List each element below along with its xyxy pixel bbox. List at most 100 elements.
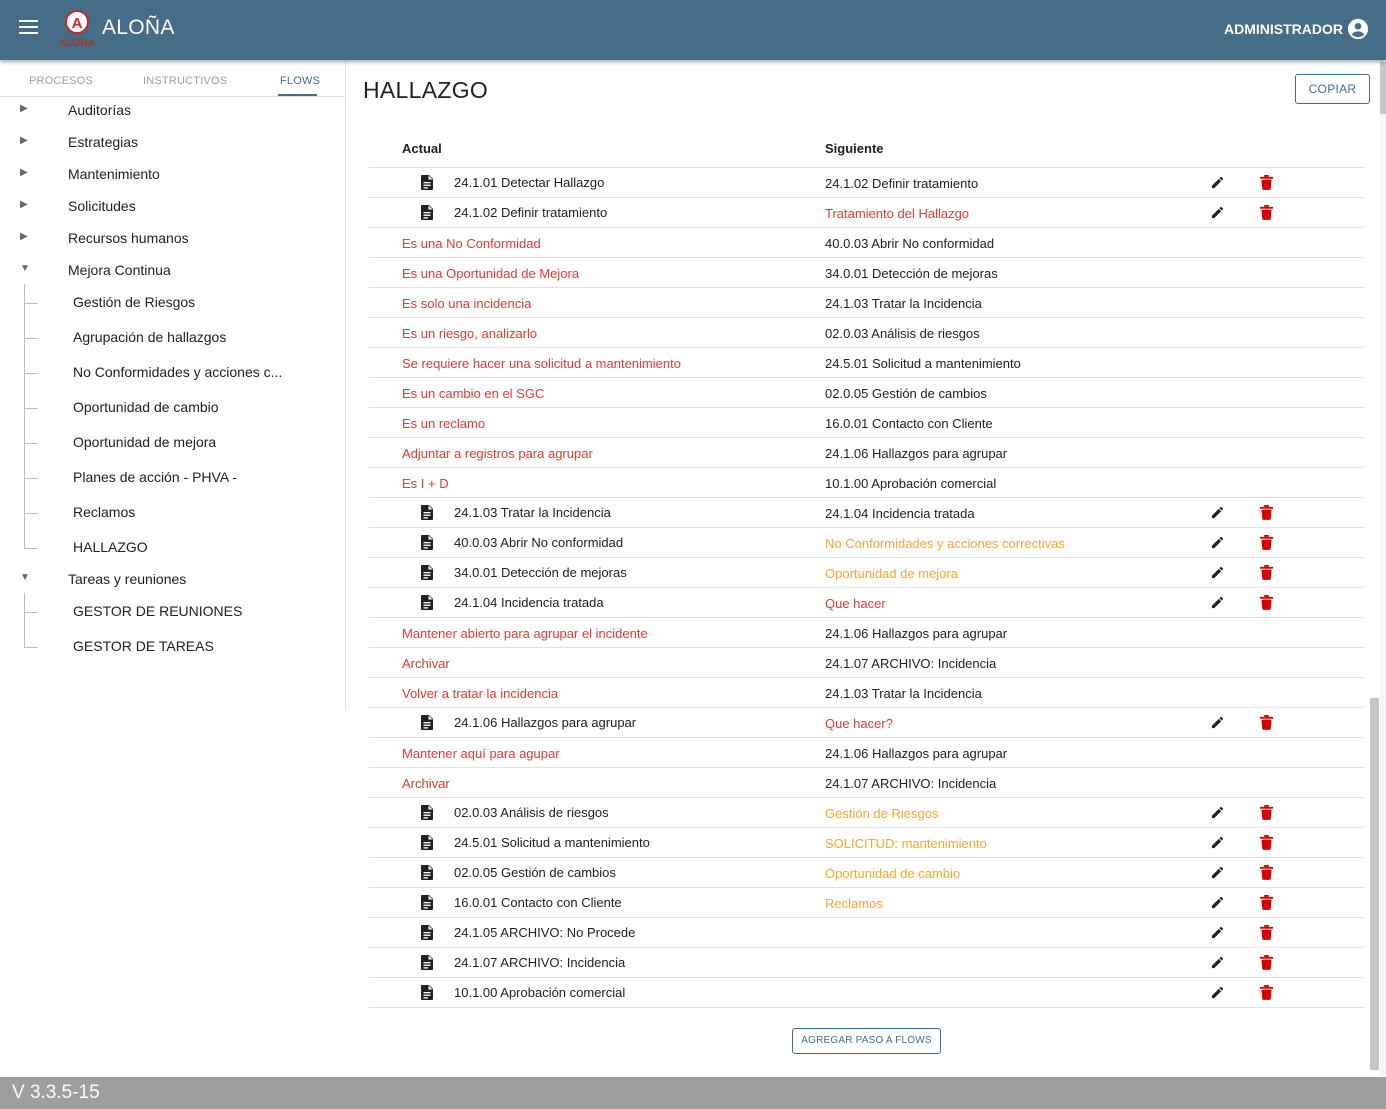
next-step[interactable]: 40.0.03 Abrir No conformidad <box>825 236 994 251</box>
tab-instructivos[interactable]: INSTRUCTIVOS <box>143 75 227 87</box>
tree-item[interactable]: ▶ Solicitudes <box>0 194 340 220</box>
edit-icon[interactable] <box>1210 595 1225 610</box>
tree-item[interactable]: ▼ Tareas y reuniones <box>0 567 340 593</box>
next-step[interactable]: Que hacer? <box>825 716 893 731</box>
tree-child-item[interactable]: GESTOR DE REUNIONES <box>0 599 340 625</box>
tree-item[interactable]: ▶ Recursos humanos <box>0 226 340 252</box>
delete-icon[interactable] <box>1260 895 1273 910</box>
option-label[interactable]: Mantener abierto para agrupar el inciden… <box>402 626 648 641</box>
tab-flows[interactable]: FLOWS <box>280 75 320 87</box>
table-scrollbar-thumb[interactable] <box>1370 698 1379 1070</box>
tab-procesos[interactable]: PROCESOS <box>29 75 93 87</box>
next-step[interactable]: 24.1.06 Hallazgos para agrupar <box>825 746 1007 761</box>
edit-icon[interactable] <box>1210 535 1225 550</box>
next-step[interactable]: 34.0.01 Detección de mejoras <box>825 266 998 281</box>
current-step[interactable]: 24.1.03 Tratar la Incidencia <box>454 505 611 520</box>
next-step[interactable]: 16.0.01 Contacto con Cliente <box>825 416 993 431</box>
delete-icon[interactable] <box>1260 595 1273 610</box>
option-label[interactable]: Adjuntar a registros para agrupar <box>402 446 593 461</box>
option-label[interactable]: Es una No Conformidad <box>402 236 541 251</box>
menu-icon[interactable] <box>14 16 44 44</box>
next-step[interactable]: 24.1.07 ARCHIVO: Incidencia <box>825 656 996 671</box>
tree-child-item[interactable]: Agrupación de hallazgos <box>0 325 340 351</box>
current-step[interactable]: 24.1.05 ARCHIVO: No Procede <box>454 925 635 940</box>
next-step[interactable]: Gestión de Riesgos <box>825 806 938 821</box>
edit-icon[interactable] <box>1210 805 1225 820</box>
next-step[interactable]: SOLICITUD: mantenimiento <box>825 836 987 851</box>
option-label[interactable]: Es I + D <box>402 476 449 491</box>
option-label[interactable]: Mantener aquí para agupar <box>402 746 560 761</box>
delete-icon[interactable] <box>1260 205 1273 220</box>
next-step[interactable]: 24.1.03 Tratar la Incidencia <box>825 296 982 311</box>
caret-down-icon[interactable]: ▼ <box>20 572 30 583</box>
option-label[interactable]: Es una Oportunidad de Mejora <box>402 266 579 281</box>
option-label[interactable]: Volver a tratar la incidencia <box>402 686 558 701</box>
edit-icon[interactable] <box>1210 835 1225 850</box>
current-step[interactable]: 02.0.03 Análisis de riesgos <box>454 805 609 820</box>
next-step[interactable]: Oportunidad de cambio <box>825 866 960 881</box>
option-label[interactable]: Archivar <box>402 656 450 671</box>
option-label[interactable]: Es un reclamo <box>402 416 485 431</box>
caret-right-icon[interactable]: ▶ <box>20 135 28 146</box>
option-label[interactable]: Es solo una incidencia <box>402 296 531 311</box>
option-label[interactable]: Se requiere hacer una solicitud a manten… <box>402 356 681 371</box>
delete-icon[interactable] <box>1260 865 1273 880</box>
delete-icon[interactable] <box>1260 835 1273 850</box>
next-step[interactable]: Oportunidad de mejora <box>825 566 958 581</box>
tree-item[interactable]: ▼ Mejora Continua <box>0 258 340 284</box>
caret-right-icon[interactable]: ▶ <box>20 103 28 114</box>
tree-item[interactable]: ▶ Mantenimiento <box>0 162 340 188</box>
current-step[interactable]: 24.5.01 Solicitud a mantenimiento <box>454 835 650 850</box>
next-step[interactable]: 02.0.05 Gestión de cambios <box>825 386 987 401</box>
current-step[interactable]: 34.0.01 Detección de mejoras <box>454 565 627 580</box>
caret-right-icon[interactable]: ▶ <box>20 199 28 210</box>
next-step[interactable]: 10.1.00 Aprobación comercial <box>825 476 996 491</box>
add-step-button[interactable]: AGREGAR PASO A FLOWS <box>792 1028 941 1054</box>
tree-child-item[interactable]: Oportunidad de cambio <box>0 395 340 421</box>
account-circle-icon[interactable] <box>1347 18 1369 40</box>
next-step[interactable]: Que hacer <box>825 596 886 611</box>
delete-icon[interactable] <box>1260 535 1273 550</box>
current-step[interactable]: 02.0.05 Gestión de cambios <box>454 865 616 880</box>
next-step[interactable]: 24.1.06 Hallazgos para agrupar <box>825 626 1007 641</box>
edit-icon[interactable] <box>1210 205 1225 220</box>
delete-icon[interactable] <box>1260 925 1273 940</box>
current-step[interactable]: 24.1.04 Incidencia tratada <box>454 595 604 610</box>
delete-icon[interactable] <box>1260 715 1273 730</box>
current-step[interactable]: 24.1.06 Hallazgos para agrupar <box>454 715 636 730</box>
next-step[interactable]: 02.0.03 Análisis de riesgos <box>825 326 980 341</box>
tree-child-item[interactable]: Planes de acción - PHVA - <box>0 465 340 491</box>
delete-icon[interactable] <box>1260 955 1273 970</box>
tree-child-item[interactable]: No Conformidades y acciones c... <box>0 360 340 386</box>
scrollbar-track[interactable] <box>1380 60 1386 1076</box>
next-step[interactable]: 24.5.01 Solicitud a mantenimiento <box>825 356 1021 371</box>
current-step[interactable]: 24.1.07 ARCHIVO: Incidencia <box>454 955 625 970</box>
scrollbar-thumb[interactable] <box>1380 62 1386 114</box>
edit-icon[interactable] <box>1210 955 1225 970</box>
next-step[interactable]: 24.1.07 ARCHIVO: Incidencia <box>825 776 996 791</box>
edit-icon[interactable] <box>1210 505 1225 520</box>
next-step[interactable]: 24.1.03 Tratar la Incidencia <box>825 686 982 701</box>
delete-icon[interactable] <box>1260 565 1273 580</box>
delete-icon[interactable] <box>1260 805 1273 820</box>
edit-icon[interactable] <box>1210 865 1225 880</box>
next-step[interactable]: 24.1.06 Hallazgos para agrupar <box>825 446 1007 461</box>
delete-icon[interactable] <box>1260 985 1273 1000</box>
tree-child-item[interactable]: Reclamos <box>0 500 340 526</box>
user-name[interactable]: ADMINISTRADOR <box>1224 21 1343 37</box>
option-label[interactable]: Es un riesgo, analizarlo <box>402 326 537 341</box>
next-step[interactable]: No Conformidades y acciones correctivas <box>825 536 1065 551</box>
edit-icon[interactable] <box>1210 715 1225 730</box>
tree-item[interactable]: ▶ Estrategias <box>0 130 340 156</box>
delete-icon[interactable] <box>1260 505 1273 520</box>
caret-down-icon[interactable]: ▼ <box>20 263 30 274</box>
next-step[interactable]: Reclamos <box>825 896 883 911</box>
option-label[interactable]: Archivar <box>402 776 450 791</box>
tree-child-item[interactable]: Oportunidad de mejora <box>0 430 340 456</box>
next-step[interactable]: Tratamiento del Hallazgo <box>825 206 969 221</box>
tree-child-item[interactable]: Gestión de Riesgos <box>0 290 340 316</box>
delete-icon[interactable] <box>1260 175 1273 190</box>
edit-icon[interactable] <box>1210 565 1225 580</box>
tree-item[interactable]: ▶ Auditorías <box>0 98 340 124</box>
tree-child-item[interactable]: GESTOR DE TAREAS <box>0 634 340 660</box>
